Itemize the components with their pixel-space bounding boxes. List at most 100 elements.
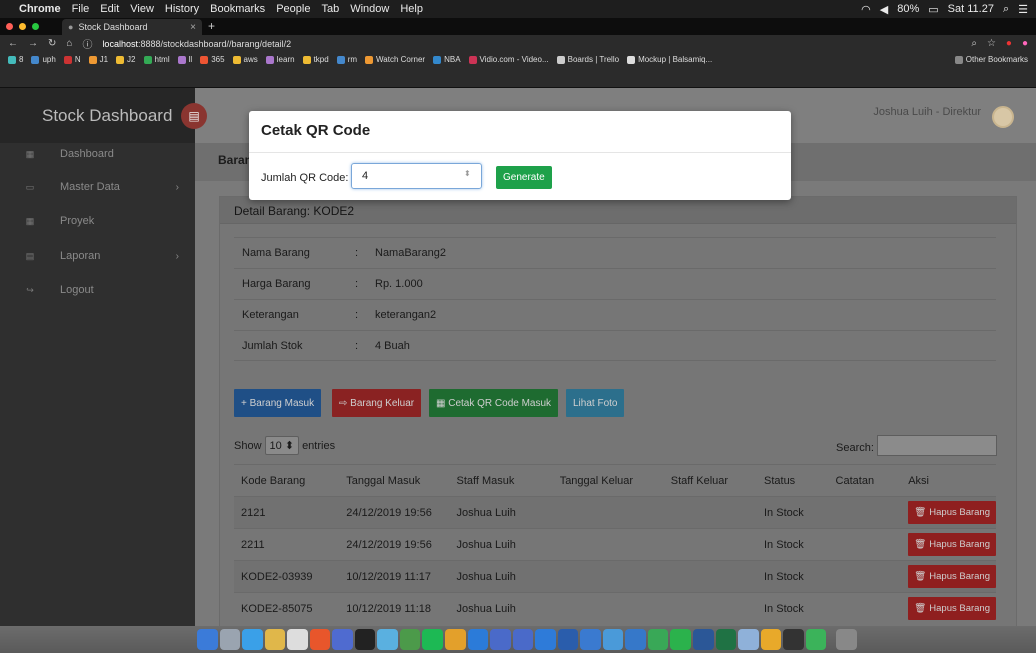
lihat-foto-button[interactable]: Lihat Foto (566, 389, 625, 417)
chrome-icon[interactable] (309, 629, 331, 650)
tab-stock-dashboard[interactable]: ● Stock Dashboard × (62, 19, 202, 35)
reload-icon[interactable]: ↻ (48, 38, 56, 49)
app-icon[interactable] (738, 629, 759, 650)
forward-icon[interactable]: → (28, 38, 38, 49)
launchpad-icon[interactable] (219, 629, 241, 650)
column-header[interactable]: Status (757, 464, 829, 497)
barang-keluar-button[interactable]: ⇨ Barang Keluar (332, 389, 422, 417)
zoom-window-icon[interactable] (32, 23, 39, 30)
app-icon[interactable] (580, 629, 601, 650)
bookmark-learn[interactable]: learn (265, 55, 295, 64)
safari-icon[interactable] (242, 629, 263, 650)
hapus-barang-button[interactable]: 🗑 Hapus Barang (908, 533, 996, 556)
menu-window[interactable]: Window (350, 3, 389, 15)
star-icon[interactable]: ☆ (987, 38, 996, 49)
sidebar-item-proyek[interactable]: ▦ Proyek (0, 205, 195, 237)
stepper-icon[interactable]: ⬍ (464, 169, 471, 178)
tv-icon[interactable] (354, 629, 376, 650)
sidebar-item-dashboard[interactable]: ▦ Dashboard (0, 138, 195, 170)
extension-icon[interactable]: ● (1006, 38, 1012, 49)
column-header[interactable]: Tanggal Masuk (339, 464, 450, 497)
spotify-icon[interactable] (422, 629, 444, 650)
spotlight-icon[interactable]: ⌕ (1003, 3, 1009, 16)
calendar-icon[interactable] (287, 629, 308, 650)
menu-edit[interactable]: Edit (100, 3, 119, 15)
search-input[interactable] (877, 435, 997, 456)
messages-icon[interactable] (647, 629, 669, 650)
bookmark-j2[interactable]: J2 (116, 55, 136, 64)
terminal-icon[interactable] (783, 629, 804, 650)
column-header[interactable]: Staff Masuk (449, 464, 553, 497)
app-icon[interactable] (467, 629, 489, 650)
clock[interactable]: Sat 11.27 (948, 3, 994, 15)
bookmark-vidio[interactable]: Vidio.com - Video... (468, 55, 549, 64)
bookmark-watch-corner[interactable]: Watch Corner (365, 55, 425, 64)
column-header[interactable]: Tanggal Keluar (552, 464, 664, 497)
hapus-barang-button[interactable]: 🗑 Hapus Barang (908, 597, 996, 621)
app-icon[interactable] (557, 629, 579, 650)
menu-file[interactable]: File (72, 3, 90, 15)
close-window-icon[interactable] (6, 23, 13, 30)
sidebar-item-master-data[interactable]: ▭ Master Data › (0, 171, 195, 203)
bookmark-rm[interactable]: rm (336, 55, 357, 64)
volume-icon[interactable]: ◀ (880, 3, 888, 16)
profile-icon[interactable]: ● (1022, 38, 1028, 49)
bookmark-nba[interactable]: NBA (433, 55, 461, 64)
bookmark-trello[interactable]: Boards | Trello (556, 55, 619, 64)
sidebar-toggle-button[interactable]: ▤ (181, 103, 207, 129)
word-icon[interactable] (693, 629, 714, 650)
brand-title[interactable]: Stock Dashboard (0, 88, 195, 143)
app-icon[interactable] (760, 629, 782, 650)
other-bookmarks[interactable]: Other Bookmarks (954, 55, 1028, 64)
menu-people[interactable]: People (276, 3, 310, 15)
bookmark-ll[interactable]: ll (177, 55, 192, 64)
trash-icon[interactable] (836, 629, 857, 650)
whatsapp-icon[interactable] (670, 629, 692, 650)
minimize-window-icon[interactable] (19, 23, 26, 30)
bookmark-balsamiq[interactable]: Mockup | Balsamiq... (627, 55, 712, 64)
excel-icon[interactable] (715, 629, 737, 650)
app-icon[interactable] (512, 629, 534, 650)
hapus-barang-button[interactable]: 🗑 Hapus Barang (908, 565, 996, 588)
cetak-qr-button[interactable]: ▦ Cetak QR Code Masuk (429, 389, 559, 417)
sidebar-item-logout[interactable]: ↪ Logout (0, 274, 195, 306)
preview-icon[interactable] (377, 629, 398, 650)
home-icon[interactable]: ⌂ (66, 38, 72, 49)
numbers-icon[interactable] (399, 629, 421, 650)
app-icon[interactable] (602, 629, 624, 650)
notes-icon[interactable] (264, 629, 286, 650)
bookmark-tkpd[interactable]: tkpd (302, 55, 329, 64)
entries-select[interactable]: 10 ⬍ (264, 436, 300, 455)
new-tab-button[interactable]: + (208, 19, 215, 33)
bookmark-aws[interactable]: aws (232, 55, 258, 64)
menu-app-name[interactable]: Chrome (19, 3, 61, 15)
url-field[interactable]: localhost:8888/stockdashboard//barang/de… (102, 39, 291, 49)
column-header[interactable]: Staff Keluar (663, 464, 757, 497)
column-header[interactable]: Kode Barang (234, 464, 340, 497)
menu-bookmarks[interactable]: Bookmarks (210, 3, 265, 15)
generate-button[interactable]: Generate (496, 166, 552, 189)
github-icon[interactable] (490, 629, 511, 650)
bookmark-html[interactable]: html (143, 55, 170, 64)
hapus-barang-button[interactable]: 🗑 Hapus Barang (908, 501, 996, 524)
avatar[interactable] (992, 106, 1014, 128)
bookmark-j1[interactable]: J1 (88, 55, 108, 64)
bookmark-8[interactable]: 8 (8, 55, 23, 64)
wifi-icon[interactable]: ◠ (861, 3, 871, 16)
menu-history[interactable]: History (165, 3, 199, 15)
battery-percent[interactable]: 80% (897, 3, 919, 15)
column-header[interactable]: Catatan (828, 464, 902, 497)
menu-list-icon[interactable]: ☰ (1018, 3, 1028, 16)
back-icon[interactable]: ← (8, 38, 18, 49)
vlc-icon[interactable] (445, 629, 466, 650)
qr-count-input[interactable]: 4 (351, 163, 482, 189)
tab-close-icon[interactable]: × (190, 22, 196, 33)
finder-icon[interactable] (197, 629, 218, 650)
menu-view[interactable]: View (130, 3, 154, 15)
menu-help[interactable]: Help (400, 3, 423, 15)
menu-tab[interactable]: Tab (321, 3, 339, 15)
sidebar-item-laporan[interactable]: ▤ Laporan › (0, 240, 195, 272)
column-header[interactable]: Aksi (901, 464, 996, 497)
app-icon[interactable] (805, 629, 827, 650)
zoom-icon[interactable]: ⌕ (971, 38, 977, 49)
